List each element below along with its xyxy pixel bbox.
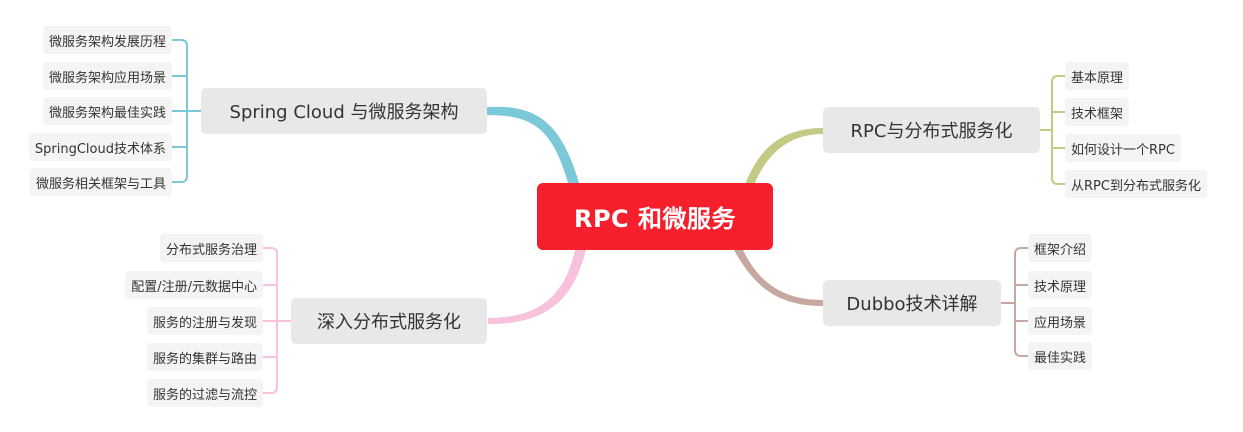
deep-children-bracket [263, 247, 291, 394]
topic-rpc-distributed[interactable]: RPC与分布式服务化 [823, 107, 1040, 153]
leaf-deep-2[interactable]: 配置/注册/元数据中心 [125, 271, 263, 299]
leaf-rpc-4[interactable]: 从RPC到分布式服务化 [1065, 170, 1207, 198]
root-topic[interactable]: RPC 和微服务 [537, 183, 773, 250]
leaf-deep-4[interactable]: 服务的集群与路由 [146, 343, 263, 371]
branch-link-rpc [743, 128, 823, 190]
leaf-spring-4[interactable]: SpringCloud技术体系 [28, 133, 172, 161]
dubbo-children-bracket [1001, 247, 1028, 357]
branch-link-deep [488, 250, 586, 324]
spring-children-bracket [172, 39, 201, 183]
rpc-children-bracket [1040, 75, 1065, 185]
leaf-dubbo-4[interactable]: 最佳实践 [1028, 342, 1093, 370]
leaf-rpc-2[interactable]: 技术框架 [1065, 98, 1130, 126]
leaf-dubbo-2[interactable]: 技术原理 [1028, 271, 1093, 299]
leaf-deep-3[interactable]: 服务的注册与发现 [146, 307, 263, 335]
leaf-spring-2[interactable]: 微服务架构应用场景 [42, 62, 172, 90]
topic-dubbo[interactable]: Dubbo技术详解 [823, 280, 1001, 326]
leaf-rpc-1[interactable]: 基本原理 [1065, 62, 1130, 90]
topic-spring-cloud[interactable]: Spring Cloud 与微服务架构 [201, 88, 487, 134]
leaf-deep-5[interactable]: 服务的过滤与流控 [146, 379, 263, 407]
leaf-spring-1[interactable]: 微服务架构发展历程 [42, 26, 172, 54]
mind-map-canvas: RPC 和微服务 Spring Cloud 与微服务架构 RPC与分布式服务化 … [0, 0, 1243, 432]
leaf-spring-5[interactable]: 微服务相关框架与工具 [29, 168, 172, 196]
leaf-dubbo-1[interactable]: 框架介绍 [1028, 234, 1093, 262]
branch-link-spring [487, 106, 580, 186]
leaf-rpc-3[interactable]: 如何设计一个RPC [1065, 134, 1181, 162]
branch-link-dubbo [734, 250, 823, 306]
leaf-spring-3[interactable]: 微服务架构最佳实践 [42, 97, 172, 125]
leaf-deep-1[interactable]: 分布式服务治理 [159, 234, 263, 262]
leaf-dubbo-3[interactable]: 应用场景 [1028, 307, 1093, 335]
topic-deep-distributed[interactable]: 深入分布式服务化 [291, 298, 487, 344]
